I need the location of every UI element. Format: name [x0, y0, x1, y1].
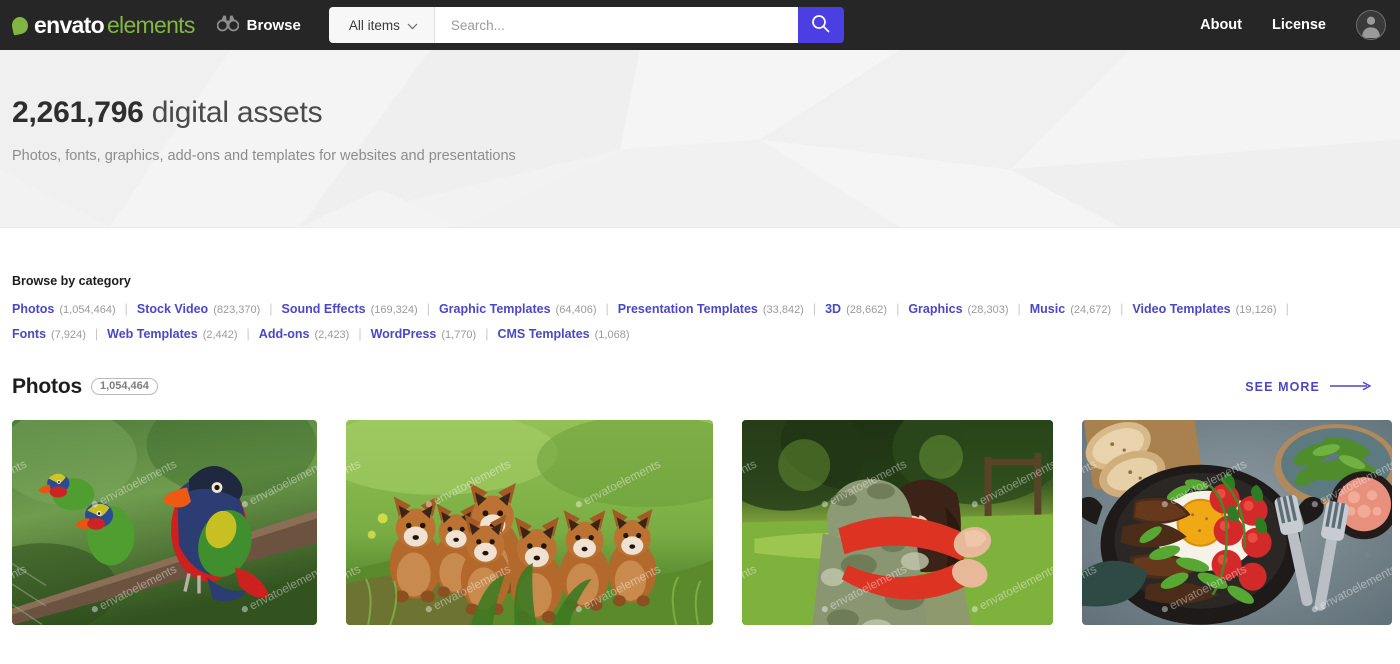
search-filter-dropdown[interactable]: All items [328, 7, 435, 43]
category-link[interactable]: Photos [12, 302, 54, 316]
category-link[interactable]: 3D [825, 302, 841, 316]
category-separator: | [812, 302, 817, 316]
arrow-right-icon [1330, 380, 1372, 394]
photo-card-breakfast-skillet[interactable]: envatoelements envatoelements envatoelem… [1082, 420, 1392, 625]
category-link[interactable]: Add-ons [259, 327, 310, 341]
photo-image [1082, 420, 1392, 625]
category-item: Photos (1,054,464) [12, 302, 116, 316]
photos-count-badge: 1,054,464 [90, 377, 158, 395]
category-count: (1,054,464) [59, 304, 116, 316]
search-filter-label: All items [348, 17, 400, 33]
category-item: 3D (28,662) [825, 302, 887, 316]
photos-section-header: Photos 1,054,464 SEE MORE [0, 341, 1400, 399]
category-link[interactable]: Presentation Templates [618, 302, 758, 316]
license-link[interactable]: License [1272, 17, 1326, 33]
category-link-list: Photos (1,054,464) | Stock Video (823,370) | S… [12, 302, 1352, 341]
photo-image [742, 420, 1053, 625]
category-link[interactable]: Stock Video [137, 302, 208, 316]
category-link[interactable]: Graphic Templates [439, 302, 551, 316]
category-link[interactable]: WordPress [371, 327, 437, 341]
category-item: Add-ons (2,423) [259, 327, 350, 341]
see-more-label: SEE MORE [1245, 380, 1320, 394]
category-separator: | [1285, 302, 1289, 316]
category-count: (33,842) [762, 304, 804, 316]
hero-subtitle: Photos, fonts, graphics, add-ons and tem… [12, 148, 516, 164]
logo-product-text: elements [106, 11, 195, 38]
category-item: Web Templates (2,442) [107, 327, 237, 341]
top-navigation-bar: envato elements Browse All items Search.… [0, 0, 1400, 50]
category-item: Stock Video (823,370) [137, 302, 260, 316]
search-icon [811, 14, 830, 36]
category-link[interactable]: Fonts [12, 327, 46, 341]
category-separator: | [246, 327, 250, 341]
browse-button[interactable]: Browse [216, 14, 301, 37]
see-more-link[interactable]: SEE MORE [1245, 380, 1388, 394]
chevron-down-icon [407, 18, 418, 33]
hero-banner: 2,261,796 digital assets Photos, fonts, … [0, 50, 1400, 228]
category-link[interactable]: CMS Templates [497, 327, 589, 341]
hero-title: 2,261,796 digital assets [12, 96, 1400, 129]
category-count: (2,423) [314, 329, 350, 341]
category-count: (28,303) [967, 304, 1009, 316]
photo-card-parrots[interactable]: envatoelements envatoelements envatoelem… [12, 420, 317, 625]
category-item: Video Templates (19,126) [1132, 302, 1276, 316]
logo-brand-text: envato [34, 11, 105, 38]
category-separator: | [358, 327, 362, 341]
category-item: Sound Effects (169,324) [282, 302, 418, 316]
envato-elements-logo[interactable]: envato elements [10, 11, 195, 39]
category-count: (24,672) [1070, 304, 1112, 316]
category-link[interactable]: Graphics [908, 302, 962, 316]
category-separator: | [485, 327, 489, 341]
category-item: CMS Templates (1,068) [497, 327, 629, 341]
category-item: WordPress (1,770) [371, 327, 477, 341]
category-count: (169,324) [370, 304, 418, 316]
category-separator: | [269, 302, 273, 316]
photo-image [346, 420, 713, 625]
photo-card-soldier-reunion[interactable]: envatoelements envatoelements envatoelem… [742, 420, 1053, 625]
category-separator: | [124, 302, 128, 316]
category-link[interactable]: Video Templates [1132, 302, 1230, 316]
category-item: Fonts (7,924) [12, 327, 86, 341]
category-separator: | [605, 302, 609, 316]
search-input[interactable] [434, 7, 798, 43]
photos-section-title: Photos [12, 375, 82, 398]
category-separator: | [896, 302, 900, 316]
category-separator: | [1017, 302, 1021, 316]
hero-asset-count: 2,261,796 [12, 96, 144, 129]
category-count: (2,442) [202, 329, 238, 341]
binoculars-icon [216, 14, 240, 37]
user-avatar-icon[interactable] [1356, 10, 1386, 40]
about-link[interactable]: About [1200, 17, 1242, 33]
category-separator: | [426, 302, 430, 316]
search-submit-button[interactable] [797, 7, 844, 43]
category-count: (823,370) [213, 304, 261, 316]
browse-label: Browse [246, 16, 301, 34]
hero-title-suffix: digital assets [143, 96, 323, 129]
category-item: Graphic Templates (64,406) [439, 302, 597, 316]
photo-card-fox-cubs[interactable]: envatoelements envatoelements envatoelem… [346, 420, 713, 625]
photos-thumbnail-grid: envatoelements envatoelements envatoelem… [0, 399, 1400, 625]
category-link[interactable]: Music [1030, 302, 1065, 316]
category-count: (28,662) [846, 304, 888, 316]
category-count: (7,924) [51, 329, 86, 341]
category-count: (1,770) [441, 329, 477, 341]
photo-image [12, 420, 317, 625]
search-bar: All items [328, 7, 844, 43]
category-separator: | [94, 327, 99, 341]
category-item: Presentation Templates (33,842) [618, 302, 804, 316]
category-link[interactable]: Sound Effects [282, 302, 366, 316]
browse-by-category-heading: Browse by category [12, 274, 131, 288]
header-right-group: About License [1200, 10, 1386, 40]
category-count: (19,126) [1235, 304, 1277, 316]
category-link[interactable]: Web Templates [107, 327, 198, 341]
category-count: (1,068) [594, 329, 630, 341]
leaf-icon [10, 15, 30, 35]
category-item: Music (24,672) [1030, 302, 1111, 316]
category-item: Graphics (28,303) [908, 302, 1008, 316]
browse-by-category-section: Browse by category Photos (1,054,464) | Sto… [0, 228, 1400, 341]
category-count: (64,406) [555, 304, 597, 316]
category-separator: | [1120, 302, 1124, 316]
